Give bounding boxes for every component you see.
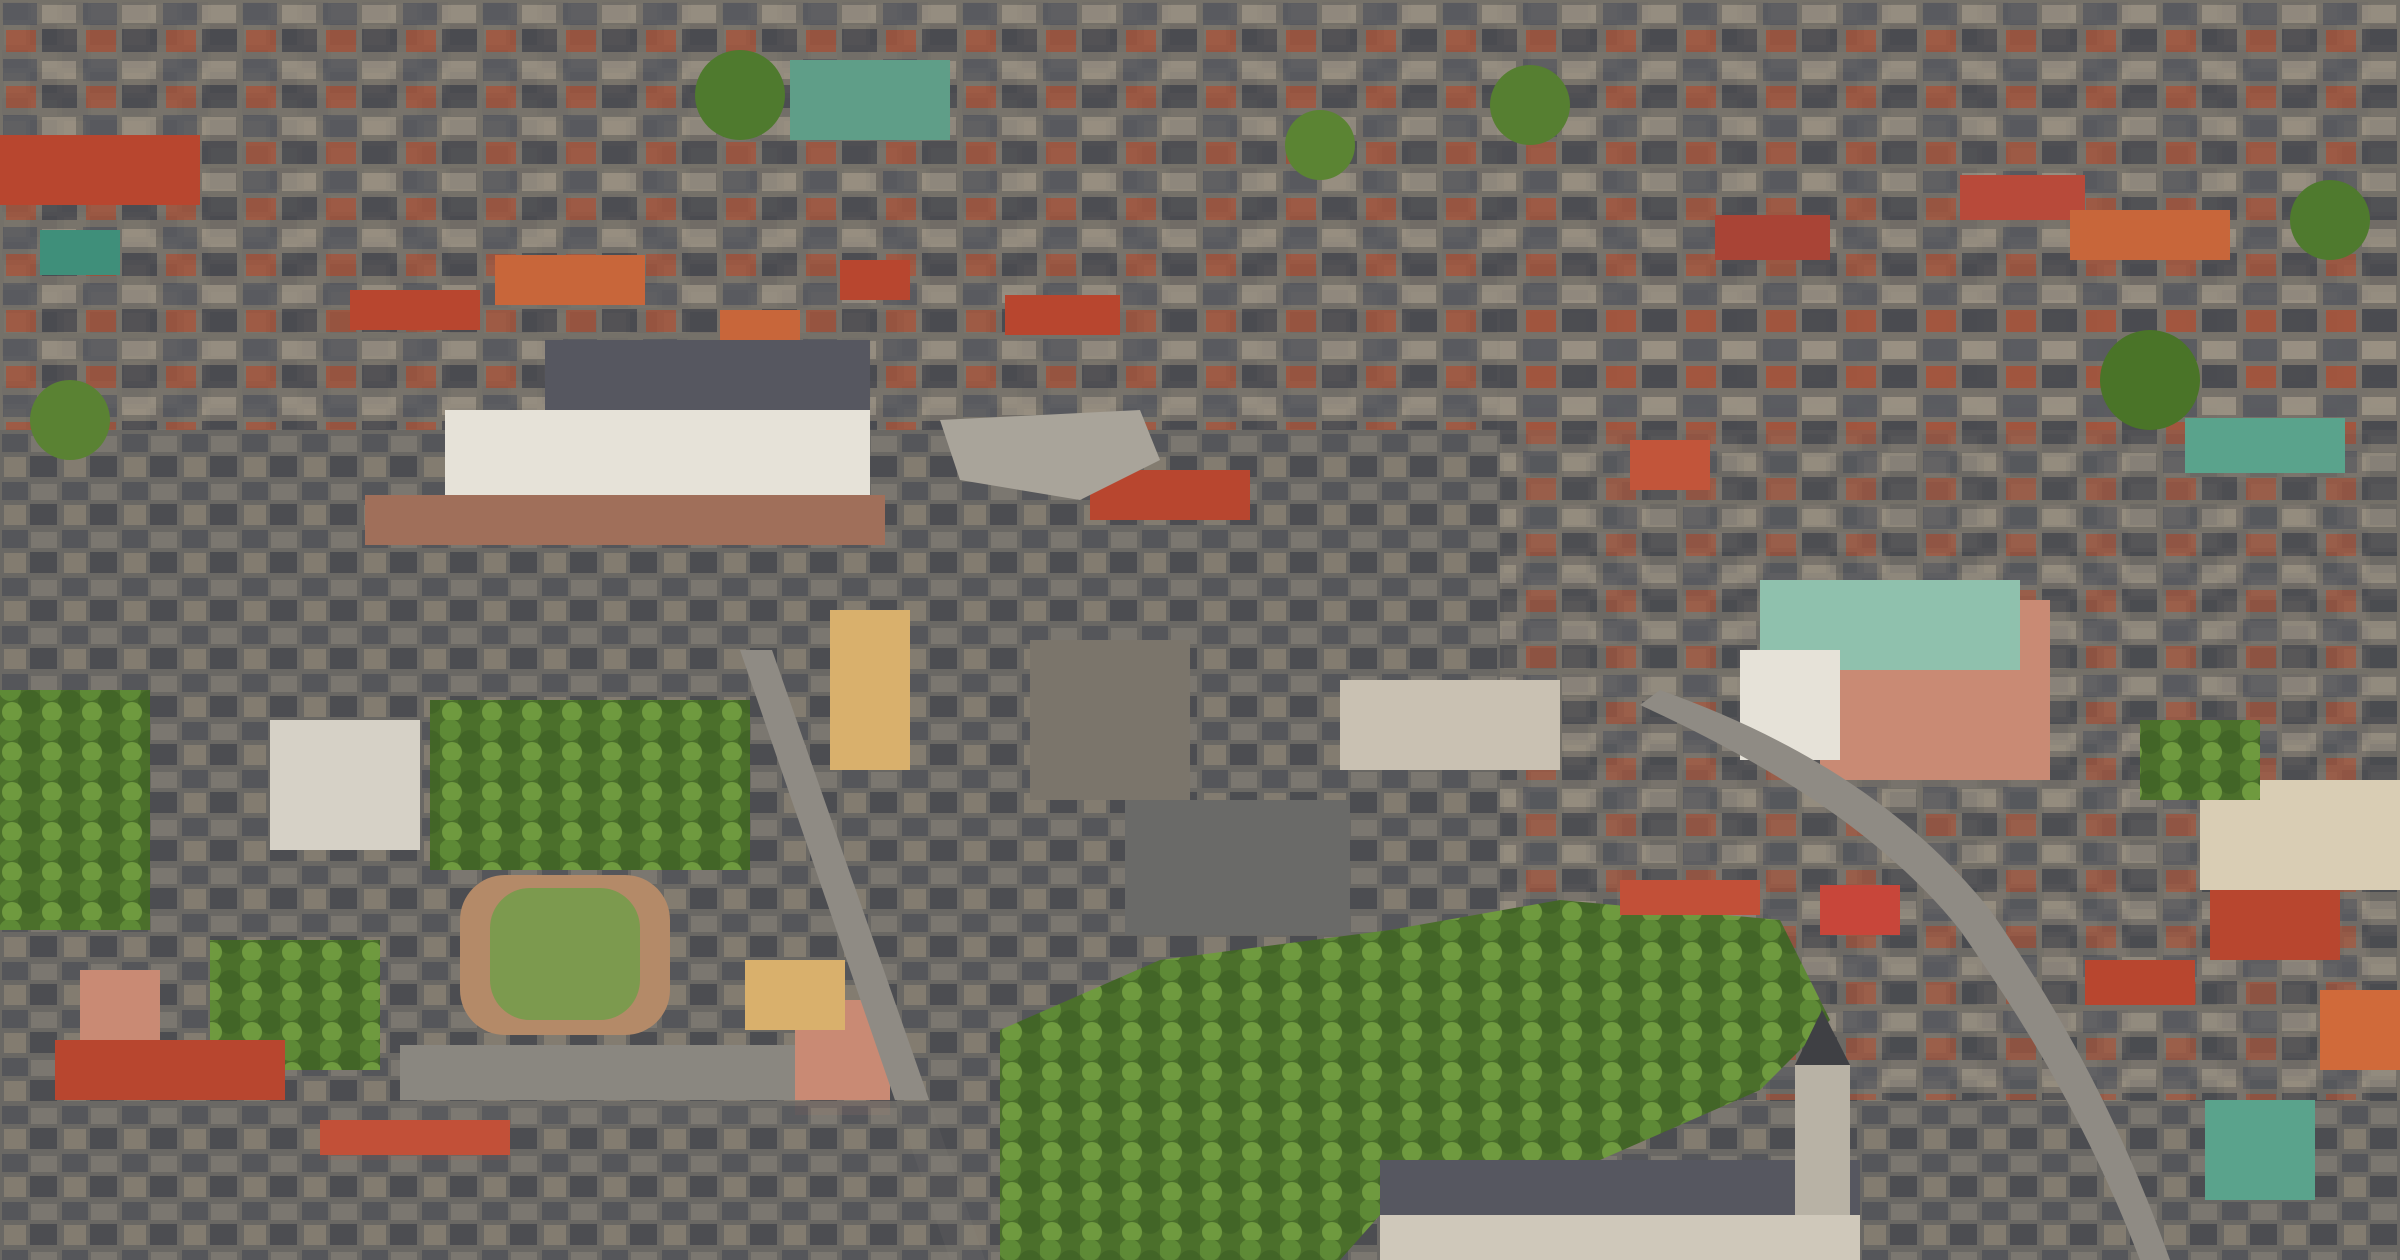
red-roof-building [1005,295,1120,335]
red-roof-building [1715,215,1830,260]
red-roof-building [840,260,910,300]
terrace-wall [365,495,885,545]
clock-tower [1795,1065,1850,1215]
white-palace-roof [545,340,870,410]
tree-cluster [695,50,785,140]
tree-cluster [2100,330,2200,430]
tree-cluster [1285,110,1355,180]
red-roof-building [720,310,800,345]
cream-building [745,960,845,1030]
tree-area [2140,720,2260,800]
tree-cluster [30,380,110,460]
red-roof-building [2085,960,2195,1005]
town-hall-facade [1380,1215,1860,1260]
red-roof-building [495,255,645,305]
copper-roof-building [790,60,950,140]
tree-area [430,700,750,870]
dense-buildings [60,1100,1000,1260]
town-hall-roof [1380,1160,1860,1220]
red-roof-building [2070,210,2230,260]
copper-roof-building [2205,1100,2315,1200]
red-roof-building [350,290,480,330]
white-palace-facade [445,410,870,500]
left-park [0,690,150,930]
red-roof-building [1960,175,2085,220]
white-building [270,720,420,850]
red-roof-building [1620,880,1760,915]
sports-field [490,888,640,1020]
tree-cluster [1490,65,1570,145]
red-roof-building [1630,440,1710,490]
red-roof-building [1820,885,1900,935]
copper-roof-building [40,230,120,275]
red-roof-building [0,135,200,205]
grey-building [1340,680,1560,770]
red-roof-building [2210,890,2340,960]
aerial-city-photo [0,0,2400,1260]
cream-building [830,610,910,770]
orange-roof-building [2320,990,2400,1070]
grey-building [1030,640,1190,800]
red-roof-building [55,1040,285,1100]
copper-roof-building [2185,418,2345,473]
tree-cluster [2290,180,2370,260]
grey-building [1125,800,1350,935]
red-roof-building [320,1120,510,1155]
